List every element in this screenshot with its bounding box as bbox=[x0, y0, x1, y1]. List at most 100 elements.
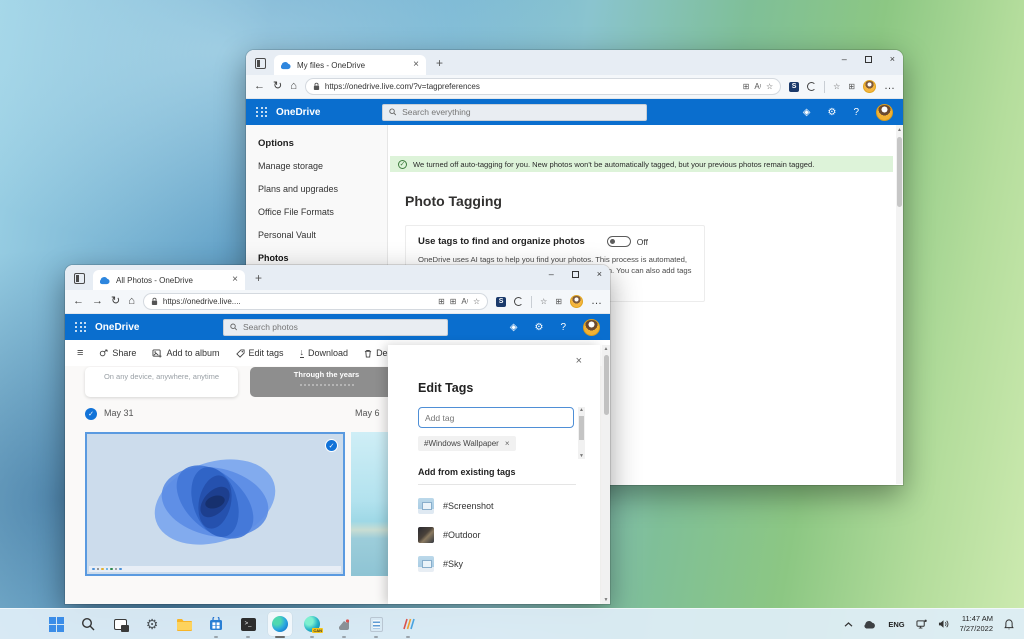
panel-close-icon[interactable]: × bbox=[576, 355, 582, 367]
refresh-icon[interactable]: ↻ bbox=[273, 81, 282, 92]
back-nav-icon[interactable]: ← bbox=[254, 81, 265, 92]
existing-tag-screenshot[interactable]: #Screenshot bbox=[418, 498, 600, 514]
language-indicator[interactable]: ENG bbox=[888, 620, 904, 629]
tray-chevron-up-icon[interactable] bbox=[844, 622, 853, 627]
clock[interactable]: 11:47 AM 7/27/2022 bbox=[960, 614, 993, 634]
sidebar-item-plans[interactable]: Plans and upgrades bbox=[258, 184, 387, 194]
edge-button[interactable] bbox=[268, 612, 292, 636]
browser-essentials-icon[interactable]: ⊞ bbox=[848, 83, 855, 91]
onedrive-brand[interactable]: OneDrive bbox=[276, 107, 320, 118]
tab-close-icon[interactable]: × bbox=[413, 60, 419, 70]
premium-icon[interactable]: ◈ bbox=[803, 107, 811, 118]
scroll-up-icon[interactable]: ▲ bbox=[602, 346, 610, 352]
help-icon[interactable]: ? bbox=[853, 107, 859, 118]
extension-c-icon[interactable] bbox=[514, 297, 523, 306]
edit-tags-button[interactable]: Edit tags bbox=[236, 348, 284, 358]
download-button[interactable]: ↓ Download bbox=[300, 348, 349, 358]
microsoft-store-button[interactable] bbox=[204, 612, 228, 636]
tab-workspaces-icon[interactable] bbox=[74, 273, 85, 284]
front-page-scrollbar[interactable]: ▲ ▼ bbox=[602, 345, 610, 604]
sidebar-item-photos[interactable]: Photos bbox=[258, 253, 387, 263]
scroll-up-icon[interactable]: ▲ bbox=[578, 407, 585, 413]
tag-list-scrollbar[interactable]: ▲ ▼ bbox=[578, 407, 585, 459]
task-view-button[interactable] bbox=[108, 612, 132, 636]
address-bar[interactable]: https://onedrive.live.... ⊞ ⊞ Aᵎ ☆ bbox=[143, 293, 488, 310]
read-aloud-icon[interactable]: Aᵎ bbox=[754, 83, 761, 91]
browser-essentials-icon[interactable]: ⊞ bbox=[555, 298, 562, 306]
volume-icon[interactable] bbox=[938, 619, 949, 629]
extension-c-icon[interactable] bbox=[807, 82, 816, 91]
app-launcher-icon[interactable] bbox=[75, 322, 87, 332]
forward-nav-icon[interactable]: → bbox=[92, 296, 103, 307]
back-nav-icon[interactable]: ← bbox=[73, 296, 84, 307]
notification-bell-icon[interactable] bbox=[1004, 619, 1014, 630]
maximize-button[interactable] bbox=[865, 56, 872, 63]
settings-gear-icon[interactable]: ⚙ bbox=[827, 107, 836, 118]
collections-icon[interactable]: ☆ bbox=[540, 298, 547, 306]
add-to-album-button[interactable]: Add to album bbox=[152, 348, 219, 358]
terminal-button[interactable]: >_ bbox=[236, 612, 260, 636]
browser-profile-avatar[interactable] bbox=[570, 295, 583, 308]
extension-s-icon[interactable]: S bbox=[496, 297, 506, 307]
back-page-scrollbar[interactable]: ▲ bbox=[896, 125, 903, 484]
settings-button[interactable]: ⚙ bbox=[140, 612, 164, 636]
existing-tag-sky[interactable]: #Sky bbox=[418, 556, 600, 572]
scroll-up-icon[interactable]: ▲ bbox=[896, 127, 903, 133]
search-everything-box[interactable] bbox=[382, 104, 647, 121]
new-tab-button[interactable]: + bbox=[436, 57, 443, 69]
favorite-star-icon[interactable]: ☆ bbox=[473, 298, 480, 306]
maximize-button[interactable] bbox=[572, 271, 579, 278]
existing-tag-outdoor[interactable]: #Outdoor bbox=[418, 527, 600, 543]
promo-card-through-years[interactable]: Through the years bbox=[250, 367, 403, 397]
tab-actions-icon[interactable]: ⊞ bbox=[438, 298, 445, 306]
back-browser-tab[interactable]: My files - OneDrive × bbox=[274, 55, 426, 75]
app-launcher-icon[interactable] bbox=[256, 107, 268, 117]
tab-workspaces-icon[interactable] bbox=[255, 58, 266, 69]
settings-gear-icon[interactable]: ⚙ bbox=[534, 322, 543, 333]
browser-profile-avatar[interactable] bbox=[863, 80, 876, 93]
home-icon[interactable]: ⌂ bbox=[128, 296, 135, 307]
front-browser-tab[interactable]: All Photos - OneDrive × bbox=[93, 270, 245, 290]
favorite-star-icon[interactable]: ☆ bbox=[766, 83, 773, 91]
share-button[interactable]: Share bbox=[99, 348, 136, 358]
account-avatar[interactable] bbox=[876, 104, 893, 121]
search-photos-box[interactable] bbox=[223, 319, 448, 336]
app-2-button[interactable] bbox=[396, 612, 420, 636]
taskbar-search-button[interactable] bbox=[76, 612, 100, 636]
account-avatar[interactable] bbox=[583, 319, 600, 336]
promo-card-any-device[interactable]: On any device, anywhere, anytime bbox=[85, 367, 238, 397]
split-screen-icon[interactable]: ⊞ bbox=[743, 83, 750, 91]
notepad-button[interactable] bbox=[364, 612, 388, 636]
onedrive-brand[interactable]: OneDrive bbox=[95, 322, 139, 333]
help-icon[interactable]: ? bbox=[560, 322, 566, 333]
collections-icon[interactable]: ☆ bbox=[833, 83, 840, 91]
start-button[interactable] bbox=[44, 612, 68, 636]
sidebar-item-personal-vault[interactable]: Personal Vault bbox=[258, 230, 387, 240]
tab-close-icon[interactable]: × bbox=[232, 275, 238, 285]
onedrive-tray-icon[interactable] bbox=[864, 620, 877, 629]
sidebar-item-office-formats[interactable]: Office File Formats bbox=[258, 207, 387, 217]
split-screen-icon[interactable]: ⊞ bbox=[450, 298, 457, 306]
menu-icon[interactable]: ≡ bbox=[77, 348, 83, 359]
home-icon[interactable]: ⌂ bbox=[290, 81, 297, 92]
tag-chip-windows-wallpaper[interactable]: #Windows Wallpaper × bbox=[418, 436, 516, 451]
network-icon[interactable] bbox=[916, 619, 927, 629]
app-1-button[interactable] bbox=[332, 612, 356, 636]
address-bar[interactable]: https://onedrive.live.com/?v=tagpreferen… bbox=[305, 78, 781, 95]
date-group-selected-icon[interactable]: ✓ bbox=[85, 408, 97, 420]
extension-s-icon[interactable]: S bbox=[789, 82, 799, 92]
browser-menu-icon[interactable]: … bbox=[591, 296, 602, 307]
close-button[interactable]: × bbox=[890, 54, 895, 64]
refresh-icon[interactable]: ↻ bbox=[111, 296, 120, 307]
sidebar-item-manage-storage[interactable]: Manage storage bbox=[258, 161, 387, 171]
minimize-button[interactable]: – bbox=[549, 269, 554, 279]
photo-selected-check-icon[interactable]: ✓ bbox=[325, 439, 338, 452]
file-explorer-button[interactable] bbox=[172, 612, 196, 636]
premium-icon[interactable]: ◈ bbox=[510, 322, 518, 333]
minimize-button[interactable]: – bbox=[842, 54, 847, 64]
remove-tag-icon[interactable]: × bbox=[505, 439, 510, 448]
new-tab-button[interactable]: + bbox=[255, 272, 262, 284]
edge-canary-button[interactable]: CAN bbox=[300, 612, 324, 636]
search-input[interactable] bbox=[402, 107, 640, 117]
add-tag-input[interactable] bbox=[418, 407, 574, 428]
